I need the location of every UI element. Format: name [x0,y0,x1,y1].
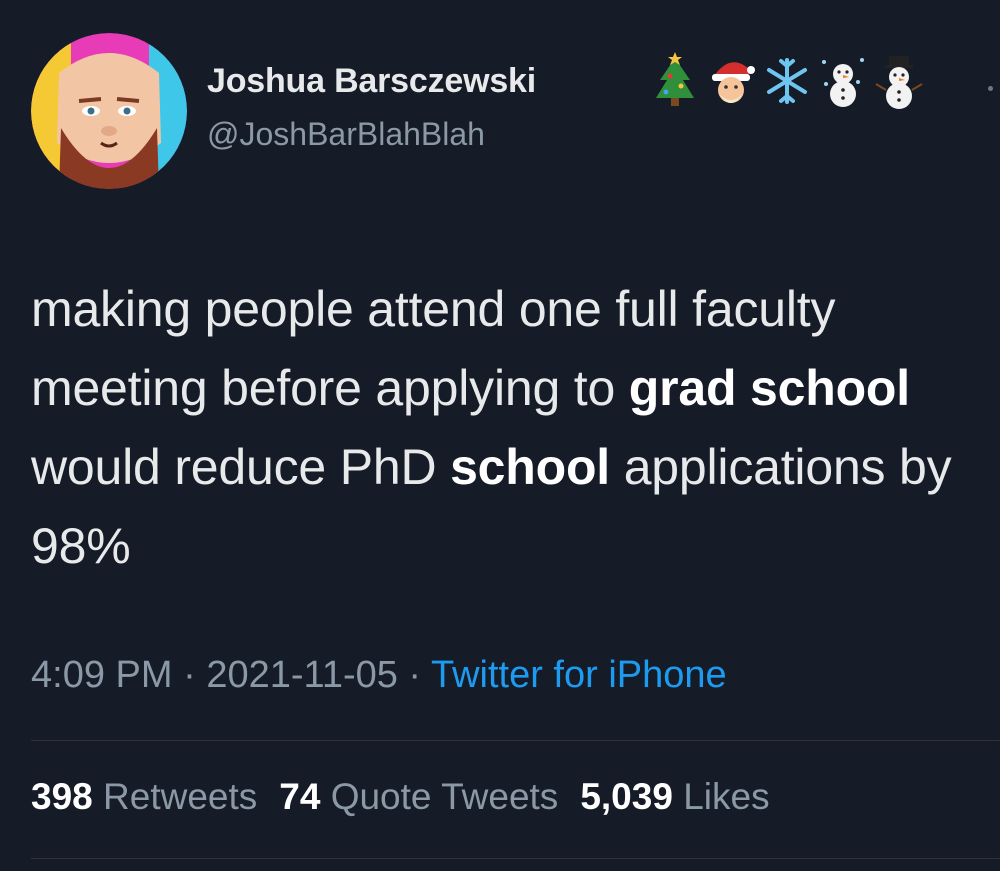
tweet-meta: 4:09 PM · 2021-11-05 · Twitter for iPhon… [31,654,727,697]
divider [31,858,1000,859]
likes-label: Likes [683,776,770,817]
tweet-stats: 398 Retweets 74 Quote Tweets 5,039 Likes [31,776,770,818]
snowflake-icon [762,52,812,110]
retweets-stat[interactable]: 398 Retweets [31,776,257,817]
christmas-tree-icon [650,52,700,110]
meta-separator: · [397,654,431,696]
more-options-icon[interactable] [988,86,993,91]
avatar[interactable] [31,33,187,189]
tweet-text-part: would reduce PhD [31,439,451,495]
quote-tweets-count: 74 [279,776,321,817]
name-emoji-row [650,52,924,110]
tweet-card: Joshua Barsczewski @JoshBarBlahBlah maki… [0,0,1000,871]
divider [31,740,1000,741]
tweet-text-highlight: school [450,439,610,495]
santa-icon [706,52,756,110]
tweet-text-highlight: grad school [628,360,910,416]
meta-separator: · [172,654,207,696]
avatar-image [31,33,187,189]
snowman-snowing-icon [818,52,868,110]
likes-stat[interactable]: 5,039 Likes [580,776,769,817]
tweet-source-link[interactable]: Twitter for iPhone [431,654,727,696]
tweet-text: making people attend one full faculty me… [31,270,976,586]
snowman-icon [874,52,924,110]
quote-tweets-stat[interactable]: 74 Quote Tweets [279,776,558,817]
retweets-count: 398 [31,776,93,817]
display-name[interactable]: Joshua Barsczewski [207,62,536,101]
handle[interactable]: @JoshBarBlahBlah [207,116,485,153]
quote-tweets-label: Quote Tweets [330,776,559,817]
tweet-time[interactable]: 4:09 PM [31,654,173,696]
tweet-date[interactable]: 2021-11-05 [206,654,398,696]
retweets-label: Retweets [103,776,258,817]
likes-count: 5,039 [580,776,673,817]
